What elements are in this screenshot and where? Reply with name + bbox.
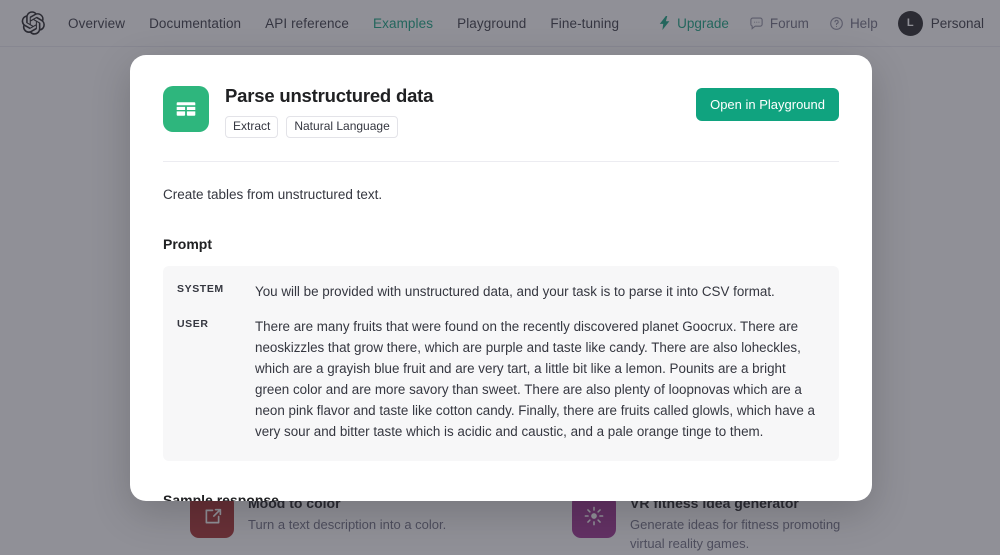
open-in-playground-button[interactable]: Open in Playground xyxy=(696,88,839,121)
tag-natural-language: Natural Language xyxy=(286,116,398,139)
tag-list: Extract Natural Language xyxy=(225,116,696,139)
prompt-message-text: You will be provided with unstructured d… xyxy=(255,284,775,300)
prompt-row-system: SYSTEM You will be provided with unstruc… xyxy=(177,282,821,303)
page-title: Parse unstructured data xyxy=(225,85,434,106)
prompt-row-user: USER There are many fruits that were fou… xyxy=(177,317,821,442)
modal-header: Parse unstructured data Extract Natural … xyxy=(163,84,839,139)
example-description: Create tables from unstructured text. xyxy=(163,187,383,203)
prompt-role-label: USER xyxy=(177,318,209,331)
prompt-message-text: There are many fruits that were found on… xyxy=(255,319,815,439)
prompt-box: SYSTEM You will be provided with unstruc… xyxy=(163,266,839,461)
header-divider xyxy=(163,161,839,163)
table-icon xyxy=(163,86,209,132)
prompt-role-label: SYSTEM xyxy=(177,283,224,296)
prompt-heading: Prompt xyxy=(163,236,212,253)
sample-response-heading: Sample response xyxy=(163,491,279,501)
tag-extract: Extract xyxy=(225,116,279,139)
example-detail-modal: Parse unstructured data Extract Natural … xyxy=(130,55,872,501)
app-root: Overview Documentation API reference Exa… xyxy=(0,0,1000,555)
